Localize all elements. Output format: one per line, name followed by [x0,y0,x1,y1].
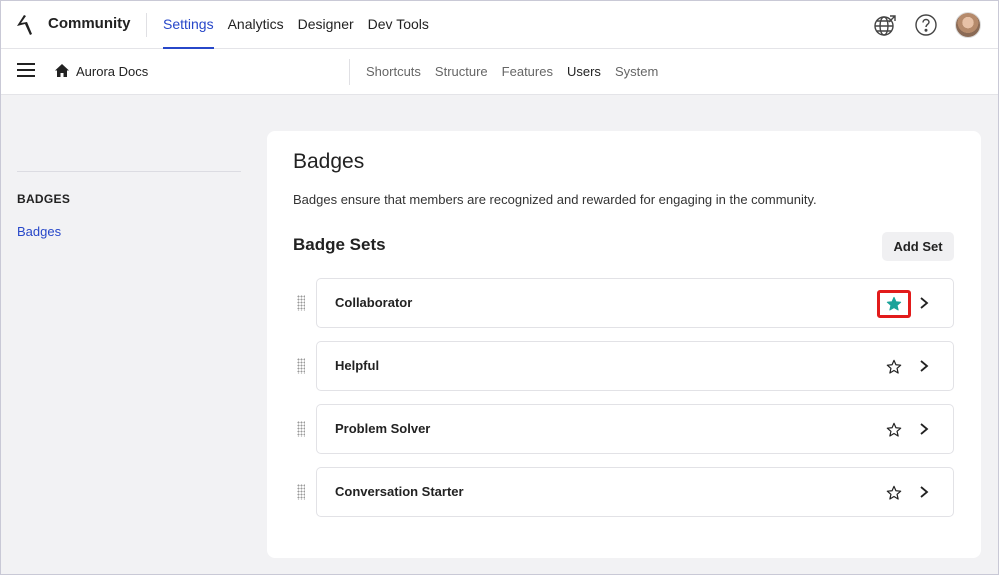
badge-set-row[interactable]: Helpful [297,341,954,391]
badge-set-row[interactable]: Collaborator [297,278,954,328]
divider [349,59,350,85]
drag-handle-icon[interactable] [297,421,305,437]
badge-set-label: Conversation Starter [335,484,464,499]
badge-set-row[interactable]: Problem Solver [297,404,954,454]
badge-set-label: Problem Solver [335,421,431,436]
avatar[interactable] [955,12,981,38]
page-description: Badges ensure that members are recognize… [293,192,817,207]
tab-analytics[interactable]: Analytics [228,1,284,49]
chevron-right-icon[interactable] [919,485,929,499]
main-nav: Settings Analytics Designer Dev Tools [163,1,443,49]
sidebar-divider [17,171,241,172]
tab-system[interactable]: System [615,49,658,95]
star-outline-icon [886,485,902,500]
drag-handle-icon[interactable] [297,358,305,374]
add-set-button[interactable]: Add Set [882,232,954,261]
tab-users[interactable]: Users [567,49,601,95]
divider [146,13,147,37]
tab-structure[interactable]: Structure [435,49,488,95]
app-title: Community [48,15,131,32]
tab-designer[interactable]: Designer [298,1,354,49]
globe-icon[interactable] [873,13,897,37]
star-button[interactable] [877,416,911,444]
star-outline-icon [886,359,902,374]
tab-features[interactable]: Features [502,49,553,95]
star-button[interactable] [877,479,911,507]
section-title: Badge Sets [293,235,386,254]
logo-icon[interactable] [13,13,33,37]
drag-handle-icon[interactable] [297,295,305,311]
help-icon[interactable] [914,13,938,37]
star-filled-icon [886,296,902,311]
settings-nav: Shortcuts Structure Features Users Syste… [366,49,672,95]
page-title: Badges [293,150,365,173]
sub-bar: Aurora Docs Shortcuts Structure Features… [1,49,998,95]
star-outline-icon [886,422,902,437]
menu-icon[interactable] [17,63,35,79]
sidebar-item-badges[interactable]: Badges [17,224,61,239]
app-window: Community Settings Analytics Designer De… [0,0,999,575]
star-button[interactable] [877,290,911,318]
badge-set-label: Collaborator [335,295,413,310]
chevron-right-icon[interactable] [919,359,929,373]
badge-set-label: Helpful [335,358,380,373]
drag-handle-icon[interactable] [297,484,305,500]
chevron-right-icon[interactable] [919,296,929,310]
site-name[interactable]: Aurora Docs [76,64,148,79]
badges-card: Badges Badges ensure that members are re… [267,131,981,558]
tab-dev-tools[interactable]: Dev Tools [368,1,429,49]
home-icon[interactable] [54,63,70,79]
tab-shortcuts[interactable]: Shortcuts [366,49,421,95]
badge-set-row[interactable]: Conversation Starter [297,467,954,517]
chevron-right-icon[interactable] [919,422,929,436]
tab-settings[interactable]: Settings [163,1,214,49]
star-button[interactable] [877,353,911,381]
sidebar-heading: BADGES [17,192,71,206]
top-bar: Community Settings Analytics Designer De… [1,1,998,49]
